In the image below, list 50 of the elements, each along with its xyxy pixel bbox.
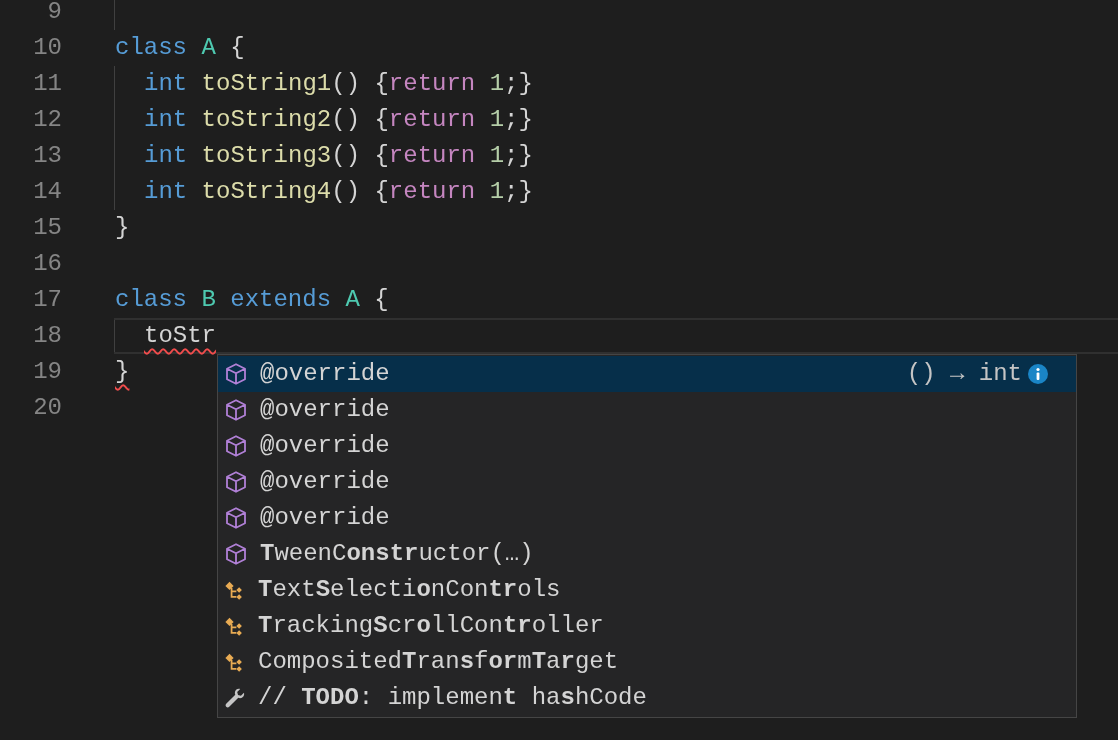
- cube-icon: [224, 434, 248, 458]
- cube-icon: [224, 542, 248, 566]
- line-number: 10: [32, 33, 62, 63]
- suggestion-item[interactable]: @override: [218, 464, 1076, 500]
- code-line: int toString4() {return 1;}: [144, 177, 533, 207]
- code-line: }: [115, 213, 130, 243]
- suggestion-item[interactable]: TrackingScrollController: [218, 608, 1076, 644]
- code-line: class B extends A {: [115, 285, 389, 315]
- line-number: 16: [32, 249, 62, 279]
- suggestion-item[interactable]: @override: [218, 428, 1076, 464]
- code-line: toStr: [144, 321, 216, 351]
- code-line: int toString2() {return 1;}: [144, 105, 533, 135]
- line-number: 19: [32, 357, 62, 387]
- suggestion-label: @override: [260, 431, 390, 461]
- line-number: 12: [32, 105, 62, 135]
- suggestion-label: CompositedTransformTarget: [258, 647, 619, 677]
- line-number: 9: [46, 0, 62, 27]
- cube-icon: [224, 506, 248, 530]
- code-line: }: [115, 357, 130, 387]
- line-number: 18: [32, 321, 62, 351]
- suggestion-item[interactable]: @override: [218, 500, 1076, 536]
- line-number: 13: [32, 141, 62, 171]
- cube-icon: [224, 470, 248, 494]
- suggestion-item[interactable]: TweenConstructor(…): [218, 536, 1076, 572]
- suggestion-label: TrackingScrollController: [258, 611, 604, 641]
- suggestion-label: // TODO: implement hashCode: [258, 683, 647, 713]
- suggestion-item[interactable]: @override: [218, 392, 1076, 428]
- suggestion-label: @override: [260, 359, 390, 389]
- suggestion-label: @override: [260, 503, 390, 533]
- suggestion-detail: () → int: [906, 359, 1022, 389]
- cube-icon: [224, 362, 248, 386]
- suggestion-item[interactable]: // TODO: implement hashCode: [218, 680, 1076, 716]
- line-number: 15: [32, 213, 62, 243]
- line-number: 20: [32, 393, 62, 423]
- cube-icon: [224, 398, 248, 422]
- suggestion-item[interactable]: CompositedTransformTarget: [218, 644, 1076, 680]
- code-line: class A {: [115, 33, 245, 63]
- suggestion-item[interactable]: TextSelectionControls: [218, 572, 1076, 608]
- suggestion-label: @override: [260, 467, 390, 497]
- suggestion-label: TextSelectionControls: [258, 575, 561, 605]
- info-icon[interactable]: [1028, 364, 1048, 384]
- code-line: int toString1() {return 1;}: [144, 69, 533, 99]
- line-number: 17: [32, 285, 62, 315]
- suggestion-label: @override: [260, 395, 390, 425]
- line-number: 11: [32, 69, 62, 99]
- code-line: int toString3() {return 1;}: [144, 141, 533, 171]
- suggestion-item[interactable]: @override () → int: [218, 356, 1076, 392]
- wrench-icon: [224, 687, 246, 709]
- suggestion-label: TweenConstructor(…): [260, 539, 534, 569]
- line-number: 14: [32, 177, 62, 207]
